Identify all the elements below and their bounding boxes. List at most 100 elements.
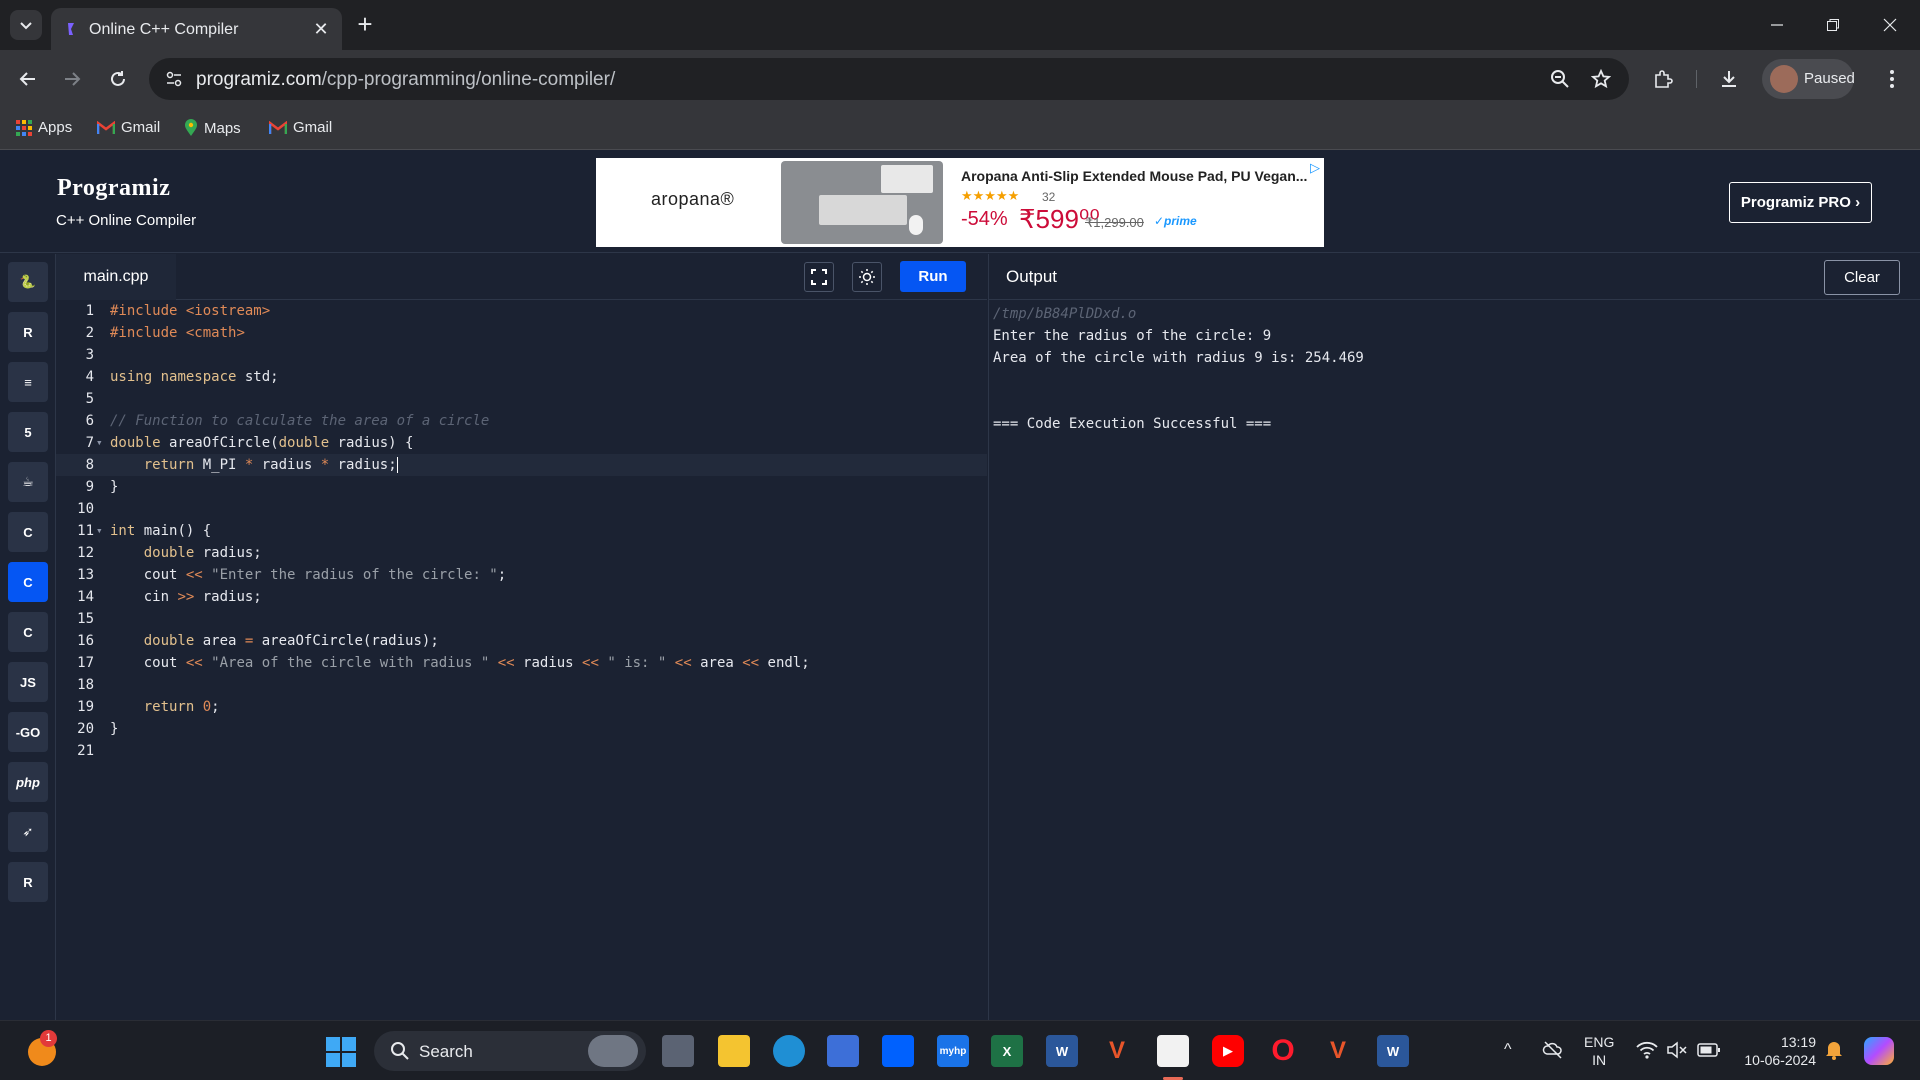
notification-bell-icon[interactable] <box>1825 1040 1843 1060</box>
microsoft-store-icon[interactable] <box>827 1035 859 1067</box>
c-icon[interactable]: C <box>8 512 48 552</box>
vlc-like-app-icon[interactable]: V <box>1101 1035 1133 1067</box>
url-text[interactable]: programiz.com/cpp-programming/online-com… <box>196 69 615 91</box>
run-button[interactable]: Run <box>900 261 966 292</box>
search-label: Search <box>419 1042 473 1061</box>
code-line: 17 cout << "Area of the circle with radi… <box>56 652 987 674</box>
html-icon[interactable]: 5 <box>8 412 48 452</box>
fullscreen-button[interactable] <box>804 262 834 292</box>
code-text: return 0; <box>143 699 220 715</box>
bookmark-gmail[interactable]: Gmail <box>97 119 160 136</box>
ad-choices-icon[interactable]: ▷ <box>1310 160 1320 176</box>
bookmark-maps[interactable]: Maps <box>184 119 241 137</box>
bookmark-star-icon[interactable] <box>1591 69 1611 89</box>
taskbar: 1 Search myhp X W V ▶ O V W ^ ENG IN 13:… <box>0 1020 1920 1080</box>
file-tab[interactable]: main.cpp <box>56 254 176 300</box>
tab-search-button[interactable] <box>10 10 42 40</box>
battery-icon[interactable] <box>1697 1042 1721 1058</box>
browser-tab-active[interactable]: Online C++ Compiler ✕ <box>51 8 342 50</box>
go-icon[interactable]: -GO <box>8 712 48 752</box>
js-icon[interactable]: JS <box>8 662 48 702</box>
swift-icon[interactable]: ➶ <box>8 812 48 852</box>
code-editor[interactable]: 1 #include <iostream> 2 #include <cmath> 3… <box>56 300 987 1020</box>
edge-browser-icon[interactable] <box>773 1035 805 1067</box>
ad-brand: aropana® <box>651 189 735 209</box>
start-button-icon[interactable] <box>326 1037 356 1067</box>
r-icon[interactable]: R <box>8 312 48 352</box>
vlc-like-app-icon-2[interactable]: V <box>1322 1035 1354 1067</box>
code-line: 9} <box>56 476 987 498</box>
programiz-logo[interactable]: Programiz <box>57 175 170 202</box>
output-panel: Output Clear /tmp/bB84PlDDxd.o Enter the… <box>988 254 1920 1020</box>
close-window-icon[interactable] <box>1870 10 1910 40</box>
file-explorer-icon[interactable] <box>718 1035 750 1067</box>
onedrive-offline-icon[interactable] <box>1542 1039 1564 1061</box>
chevron-up-icon[interactable]: ^ <box>1504 1041 1512 1059</box>
forward-button[interactable] <box>57 64 87 94</box>
fold-arrow-icon[interactable]: ▾ <box>96 520 106 542</box>
browser-menu-button[interactable] <box>1877 64 1907 94</box>
site-info-icon[interactable] <box>165 70 183 88</box>
bookmark-apps[interactable]: Apps <box>16 119 72 136</box>
dropbox-icon[interactable] <box>882 1035 914 1067</box>
copilot-icon[interactable] <box>1864 1037 1894 1065</box>
bookmark-gmail-2[interactable]: Gmail <box>269 119 332 136</box>
word-icon-2[interactable]: W <box>1377 1035 1409 1067</box>
code-text: } <box>110 721 119 737</box>
task-view-icon[interactable] <box>662 1035 694 1067</box>
volume-muted-icon[interactable] <box>1666 1040 1688 1060</box>
csharp-icon[interactable]: C <box>8 612 48 652</box>
system-clock[interactable]: 13:19 10-06-2024 <box>1736 1033 1816 1069</box>
language-sidebar: 🐍 R ≡ 5 ☕ C C C JS -GO php ➶ R <box>0 254 56 1020</box>
theme-toggle-button[interactable] <box>852 262 882 292</box>
output-console[interactable]: /tmp/bB84PlDDxd.o Enter the radius of th… <box>993 303 1364 435</box>
new-tab-button[interactable]: + <box>352 11 378 38</box>
myhp-icon[interactable]: myhp <box>937 1035 969 1067</box>
bookmark-label: Maps <box>204 119 241 137</box>
browser-toolbar: programiz.com/cpp-programming/online-com… <box>0 50 1920 108</box>
address-bar[interactable]: programiz.com/cpp-programming/online-com… <box>149 58 1629 100</box>
clock-date: 10-06-2024 <box>1744 1052 1816 1068</box>
avatar <box>1770 65 1798 93</box>
line-number: 18 <box>77 677 94 693</box>
code-text: #include <iostream> <box>110 303 271 319</box>
php-icon[interactable]: php <box>8 762 48 802</box>
reload-button[interactable] <box>103 64 133 94</box>
line-number: 19 <box>77 699 94 715</box>
excel-icon[interactable]: X <box>991 1035 1023 1067</box>
youtube-icon[interactable]: ▶ <box>1212 1035 1244 1067</box>
fold-arrow-icon[interactable]: ▾ <box>96 432 106 454</box>
zoom-icon[interactable] <box>1550 69 1570 89</box>
url-path: /cpp-programming/online-compiler/ <box>321 69 616 90</box>
sql-icon[interactable]: ≡ <box>8 362 48 402</box>
reload-icon <box>111 71 125 86</box>
taskbar-search[interactable]: Search <box>374 1031 646 1071</box>
chrome-profile-icon[interactable] <box>1157 1035 1189 1067</box>
java-icon[interactable]: ☕ <box>8 462 48 502</box>
code-line: 21 <box>56 740 987 762</box>
python-icon[interactable]: 🐍 <box>8 262 48 302</box>
output-header: Output Clear <box>989 254 1920 300</box>
minimize-window-icon[interactable] <box>1757 10 1797 40</box>
tab-title: Online C++ Compiler <box>89 21 239 38</box>
code-line: 13 cout << "Enter the radius of the circ… <box>56 564 987 586</box>
ad-banner[interactable]: aropana® Aropana Anti-Slip Extended Mous… <box>596 158 1324 247</box>
clear-button[interactable]: Clear <box>1824 260 1900 295</box>
rust-icon[interactable]: R <box>8 862 48 902</box>
cpp-icon[interactable]: C <box>8 562 48 602</box>
wifi-icon[interactable] <box>1636 1040 1658 1060</box>
downloads-button[interactable] <box>1714 64 1744 94</box>
word-icon[interactable]: W <box>1046 1035 1078 1067</box>
close-tab-icon[interactable]: ✕ <box>312 20 330 38</box>
programiz-pro-button[interactable]: Programiz PRO › <box>1729 182 1872 223</box>
opera-icon[interactable]: O <box>1267 1034 1299 1067</box>
extensions-button[interactable] <box>1648 64 1678 94</box>
input-language[interactable]: ENG IN <box>1584 1033 1614 1069</box>
code-text: #include <cmath> <box>110 325 245 341</box>
back-button[interactable] <box>13 64 43 94</box>
output-status: === Code Execution Successful === <box>993 416 1272 432</box>
line-number: 4 <box>85 369 94 385</box>
line-number: 14 <box>77 589 94 605</box>
profile-button[interactable]: Paused <box>1762 59 1855 99</box>
restore-window-icon[interactable] <box>1813 10 1853 40</box>
